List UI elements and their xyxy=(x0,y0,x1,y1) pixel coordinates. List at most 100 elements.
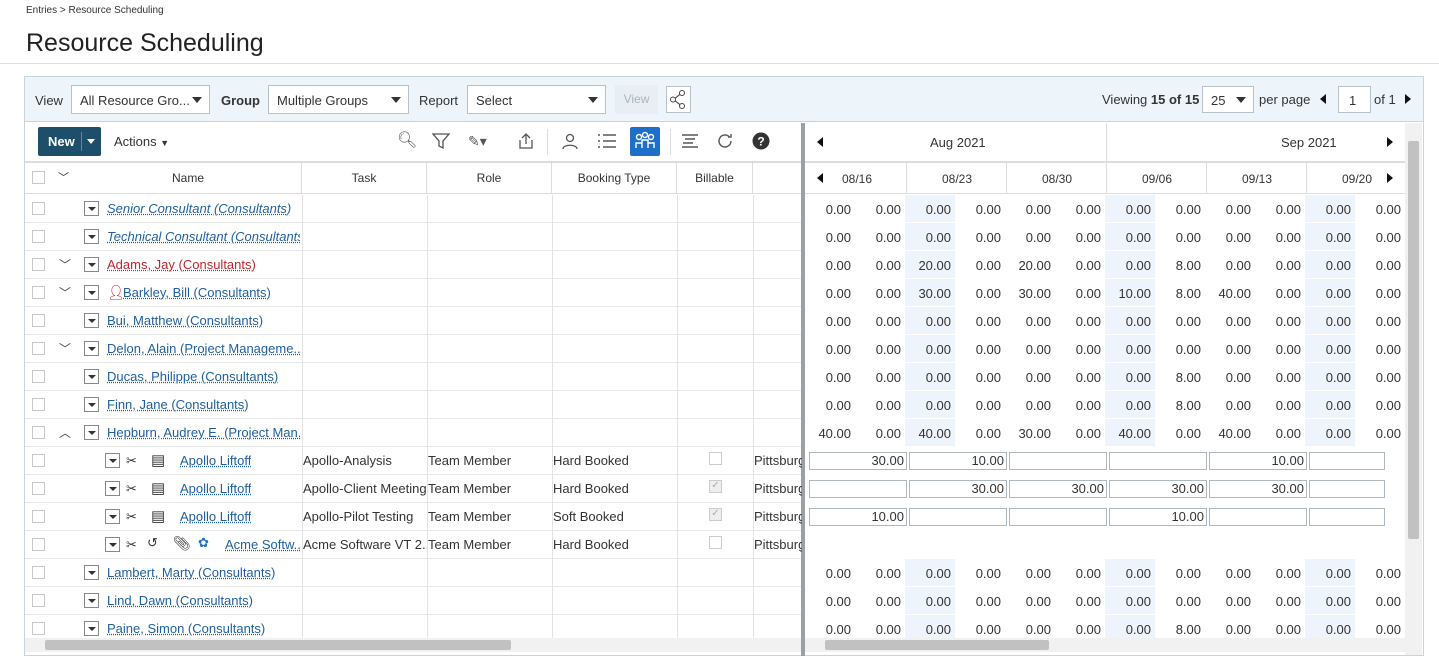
booking-row[interactable]: ✂︎ ▤ Apollo Liftoff Apollo-Analysis Team Mem… xyxy=(25,447,802,475)
tools-icon[interactable]: ✂︎ xyxy=(126,537,137,553)
resource-name-link[interactable]: Bui, Matthew (Consultants) xyxy=(107,313,263,328)
row-checkbox[interactable] xyxy=(32,202,45,215)
next-month-icon[interactable] xyxy=(1387,137,1393,147)
hours-input[interactable] xyxy=(1109,452,1207,470)
tools-icon[interactable]: ✂︎ xyxy=(126,509,137,525)
billable-checkbox[interactable] xyxy=(709,452,722,465)
view-select[interactable]: All Resource Gro... xyxy=(71,85,210,114)
row-menu-dropdown[interactable] xyxy=(105,481,120,496)
export-icon[interactable] xyxy=(517,132,535,155)
tools-icon[interactable]: ✂︎ xyxy=(126,453,137,469)
resource-name-link[interactable]: Lind, Dawn (Consultants) xyxy=(107,593,253,608)
resource-row[interactable]: Technical Consultant (Consultants) xyxy=(25,223,801,251)
row-checkbox[interactable] xyxy=(32,510,45,523)
row-checkbox[interactable] xyxy=(32,566,45,579)
row-menu-dropdown[interactable] xyxy=(105,453,120,468)
resource-row[interactable]: Lambert, Marty (Consultants) xyxy=(25,559,801,587)
row-checkbox[interactable] xyxy=(32,342,45,355)
hours-input[interactable]: 10.00 xyxy=(1209,452,1307,470)
project-name-link[interactable]: Apollo Liftoff xyxy=(180,509,251,524)
row-menu-dropdown[interactable] xyxy=(84,341,99,356)
billable-checkbox[interactable]: ✓ xyxy=(709,508,722,521)
chevron-down-icon[interactable]: ﹀ xyxy=(58,163,69,193)
row-checkbox[interactable] xyxy=(32,370,45,383)
left-horizontal-scrollbar[interactable] xyxy=(25,638,801,652)
next-week-icon[interactable] xyxy=(1387,173,1393,183)
resource-name-link[interactable]: Adams, Jay (Consultants) xyxy=(107,257,256,272)
hours-input[interactable]: 30.00 xyxy=(1209,480,1307,498)
history-icon[interactable]: ↺ xyxy=(147,535,158,551)
attachment-icon[interactable]: 📎︎ xyxy=(173,535,191,552)
resource-row[interactable]: Senior Consultant (Consultants) xyxy=(25,195,801,223)
role-column-header[interactable]: Role xyxy=(427,162,552,194)
actions-menu[interactable]: Actions ▼ xyxy=(114,134,169,149)
project-name-link[interactable]: Apollo Liftoff xyxy=(180,453,251,468)
hours-input[interactable]: 30.00 xyxy=(1009,480,1107,498)
resource-row[interactable]: Finn, Jane (Consultants) xyxy=(25,391,801,419)
resource-icon[interactable] xyxy=(561,132,579,155)
gantt-icon[interactable] xyxy=(681,132,699,155)
resource-row[interactable]: ﹀ Adams, Jay (Consultants) xyxy=(25,251,801,279)
breadcrumb[interactable]: Entries > Resource Scheduling xyxy=(26,5,164,16)
resource-name-link[interactable]: Hepburn, Audrey E. (Project Man... xyxy=(107,425,300,440)
row-checkbox[interactable] xyxy=(32,594,45,607)
help-icon[interactable]: ? xyxy=(752,132,770,155)
hours-input[interactable]: 30.00 xyxy=(909,480,1007,498)
expand-icon[interactable]: ﹀ xyxy=(59,284,71,301)
notes-icon[interactable]: ▤ xyxy=(151,479,165,497)
notes-icon[interactable]: ▤ xyxy=(151,507,165,525)
prev-page-icon[interactable] xyxy=(1320,94,1326,104)
hours-input[interactable] xyxy=(1009,508,1107,526)
row-checkbox[interactable] xyxy=(32,482,45,495)
next-page-icon[interactable] xyxy=(1405,94,1411,104)
row-menu-dropdown[interactable] xyxy=(105,509,120,524)
resource-name-link[interactable]: Technical Consultant (Consultants) xyxy=(107,229,300,244)
project-name-link[interactable]: Acme Softw... xyxy=(225,537,301,552)
group-select[interactable]: Multiple Groups xyxy=(268,85,409,114)
row-checkbox[interactable] xyxy=(32,454,45,467)
per-page-select[interactable]: 25 xyxy=(1202,86,1254,113)
row-menu-dropdown[interactable] xyxy=(84,593,99,608)
resource-row[interactable]: ﹀ Delon, Alain (Project Manageme... xyxy=(25,335,801,363)
resource-row[interactable]: Bui, Matthew (Consultants) xyxy=(25,307,801,335)
report-select[interactable]: Select xyxy=(467,85,606,114)
billable-checkbox[interactable] xyxy=(709,536,722,549)
expand-icon[interactable]: ﹀ xyxy=(59,340,71,357)
edit-dropdown-icon[interactable]: ✎▾ xyxy=(468,132,487,150)
row-menu-dropdown[interactable] xyxy=(84,397,99,412)
hours-input[interactable] xyxy=(1309,452,1385,470)
hours-input[interactable]: 10.00 xyxy=(909,452,1007,470)
refresh-icon[interactable] xyxy=(716,132,734,155)
new-button[interactable]: New xyxy=(38,127,101,156)
resource-name-link[interactable]: Delon, Alain (Project Manageme... xyxy=(107,341,300,356)
row-menu-dropdown[interactable] xyxy=(105,537,120,552)
location-column-header[interactable] xyxy=(753,162,801,194)
view-report-button[interactable]: View xyxy=(615,85,658,114)
name-column-header[interactable]: ﹀ Name xyxy=(25,162,302,194)
row-menu-dropdown[interactable] xyxy=(84,621,99,636)
list-view-icon[interactable] xyxy=(597,132,617,155)
resource-name-link[interactable]: Senior Consultant (Consultants) xyxy=(107,201,291,216)
billable-column-header[interactable]: Billable xyxy=(677,162,753,194)
project-name-link[interactable]: Apollo Liftoff xyxy=(180,481,251,496)
row-menu-dropdown[interactable] xyxy=(84,565,99,580)
right-horizontal-scrollbar[interactable] xyxy=(805,638,1405,652)
filter-icon[interactable] xyxy=(431,132,451,155)
share-button[interactable] xyxy=(666,86,691,113)
hours-input[interactable]: 10.00 xyxy=(1109,508,1207,526)
row-menu-dropdown[interactable] xyxy=(84,285,99,300)
hours-input[interactable] xyxy=(1009,452,1107,470)
select-all-checkbox[interactable] xyxy=(32,171,45,184)
resource-name-link[interactable]: Lambert, Marty (Consultants) xyxy=(107,565,275,580)
group-view-button[interactable] xyxy=(630,127,660,156)
tools-icon[interactable]: ✂︎ xyxy=(126,481,137,497)
resource-name-link[interactable]: Barkley, Bill (Consultants) xyxy=(123,285,271,300)
row-checkbox[interactable] xyxy=(32,258,45,271)
row-checkbox[interactable] xyxy=(32,538,45,551)
vertical-scrollbar[interactable] xyxy=(1405,123,1422,655)
resource-name-link[interactable]: Finn, Jane (Consultants) xyxy=(107,397,249,412)
row-menu-dropdown[interactable] xyxy=(84,201,99,216)
row-checkbox[interactable] xyxy=(32,286,45,299)
row-checkbox[interactable] xyxy=(32,622,45,635)
billable-checkbox[interactable]: ✓ xyxy=(709,480,722,493)
